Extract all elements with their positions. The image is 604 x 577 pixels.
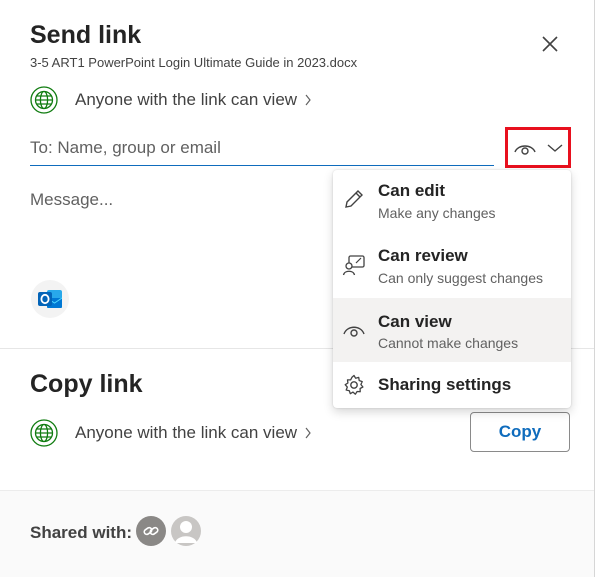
eye-icon	[343, 326, 365, 337]
menu-item-title: Can view	[378, 312, 452, 331]
copy-link-permission[interactable]: Anyone with the link can view	[30, 419, 312, 447]
menu-item-title: Sharing settings	[378, 375, 512, 394]
shared-with-label: Shared with:	[30, 523, 133, 542]
copy-link-title: Copy link	[30, 370, 143, 398]
person-avatar[interactable]	[171, 516, 201, 546]
gear-icon	[344, 374, 364, 395]
shared-with-section: Shared with:	[0, 490, 594, 577]
message-field[interactable]	[30, 190, 320, 250]
close-button[interactable]	[536, 30, 564, 58]
outlook-icon	[38, 290, 63, 308]
recipient-input[interactable]	[30, 130, 494, 166]
menu-item-sharing-settings[interactable]: Sharing settings	[333, 362, 571, 408]
menu-item-title: Can review	[378, 246, 468, 265]
copy-button[interactable]: Copy	[470, 412, 570, 452]
menu-item-subtitle: Make any changes	[378, 205, 496, 221]
chevron-down-icon	[547, 143, 563, 152]
link-icon	[143, 526, 159, 536]
link-avatar[interactable]	[136, 516, 166, 546]
review-icon	[342, 255, 365, 276]
permission-dropdown-button[interactable]	[505, 127, 571, 168]
copy-link-permission-text: Anyone with the link can view	[75, 423, 298, 442]
permission-menu: Can edit Make any changes Can review Can…	[333, 170, 571, 408]
send-link-permission-text: Anyone with the link can view	[75, 90, 298, 109]
menu-item-subtitle: Can only suggest changes	[378, 270, 543, 286]
menu-item-subtitle: Cannot make changes	[378, 335, 519, 351]
background-page-edge	[594, 0, 604, 577]
globe-icon	[30, 419, 58, 447]
send-link-dialog: Send link 3-5 ART1 PowerPoint Login Ulti…	[0, 0, 594, 577]
person-icon	[175, 521, 197, 543]
menu-item-can-review[interactable]: Can review Can only suggest changes	[333, 233, 571, 298]
send-link-permission[interactable]: Anyone with the link can view	[30, 86, 312, 114]
pencil-icon	[345, 190, 363, 208]
outlook-button[interactable]	[31, 280, 69, 318]
dialog-title: Send link	[30, 21, 142, 49]
file-name: 3-5 ART1 PowerPoint Login Ultimate Guide…	[30, 55, 358, 70]
menu-item-title: Can edit	[378, 181, 446, 200]
menu-item-can-view[interactable]: Can view Cannot make changes	[333, 298, 571, 362]
close-icon	[542, 36, 558, 52]
chevron-right-icon	[305, 427, 311, 439]
chevron-right-icon	[305, 94, 311, 106]
globe-icon	[30, 86, 58, 114]
menu-item-can-edit[interactable]: Can edit Make any changes	[333, 170, 571, 233]
eye-icon	[514, 144, 536, 155]
